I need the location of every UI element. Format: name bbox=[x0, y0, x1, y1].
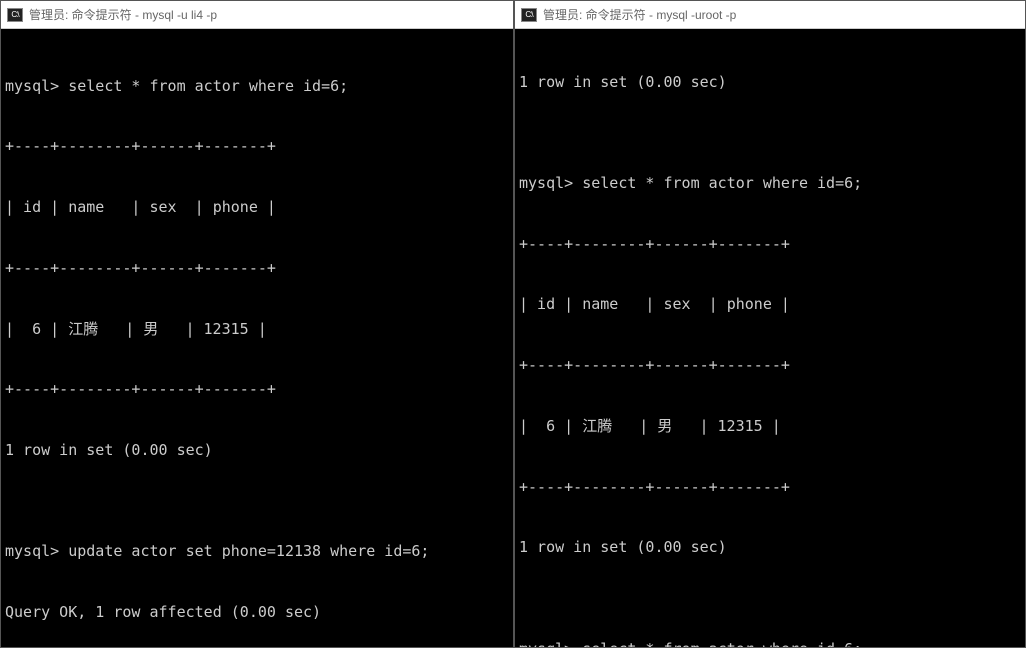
terminal-line: | 6 | 江腾 | 男 | 12315 | bbox=[519, 416, 1021, 436]
terminal-line: mysql> select * from actor where id=6; bbox=[519, 173, 1021, 193]
terminal-line: +----+--------+------+-------+ bbox=[5, 258, 509, 278]
terminal-line: +----+--------+------+-------+ bbox=[519, 234, 1021, 254]
window-title-left: 管理员: 命令提示符 - mysql -u li4 -p bbox=[29, 6, 217, 23]
window-title-right: 管理员: 命令提示符 - mysql -uroot -p bbox=[543, 6, 736, 23]
terminal-window-right: C:\ 管理员: 命令提示符 - mysql -uroot -p 1 row i… bbox=[514, 0, 1026, 648]
title-bar-right[interactable]: C:\ 管理员: 命令提示符 - mysql -uroot -p bbox=[515, 1, 1025, 29]
terminal-line: +----+--------+------+-------+ bbox=[5, 379, 509, 399]
terminal-line: | id | name | sex | phone | bbox=[5, 197, 509, 217]
terminal-line: 1 row in set (0.00 sec) bbox=[5, 440, 509, 460]
terminal-line: Query OK, 1 row affected (0.00 sec) bbox=[5, 602, 509, 622]
terminal-body-left[interactable]: mysql> select * from actor where id=6; +… bbox=[1, 29, 513, 647]
terminal-line: mysql> update actor set phone=12138 wher… bbox=[5, 541, 509, 561]
terminal-line: +----+--------+------+-------+ bbox=[519, 477, 1021, 497]
terminal-line: +----+--------+------+-------+ bbox=[5, 136, 509, 156]
terminal-line: 1 row in set (0.00 sec) bbox=[519, 72, 1021, 92]
cmd-icon: C:\ bbox=[7, 8, 23, 22]
terminal-line: | 6 | 江腾 | 男 | 12315 | bbox=[5, 319, 509, 339]
terminal-line: mysql> select * from actor where id=6; bbox=[519, 639, 1021, 648]
cmd-icon: C:\ bbox=[521, 8, 537, 22]
title-bar-left[interactable]: C:\ 管理员: 命令提示符 - mysql -u li4 -p bbox=[1, 1, 513, 29]
terminal-line: +----+--------+------+-------+ bbox=[519, 355, 1021, 375]
terminal-window-left: C:\ 管理员: 命令提示符 - mysql -u li4 -p mysql> … bbox=[0, 0, 514, 648]
terminal-line: 1 row in set (0.00 sec) bbox=[519, 537, 1021, 557]
terminal-line: mysql> select * from actor where id=6; bbox=[5, 76, 509, 96]
terminal-line: | id | name | sex | phone | bbox=[519, 294, 1021, 314]
terminal-body-right[interactable]: 1 row in set (0.00 sec) mysql> select * … bbox=[515, 29, 1025, 647]
